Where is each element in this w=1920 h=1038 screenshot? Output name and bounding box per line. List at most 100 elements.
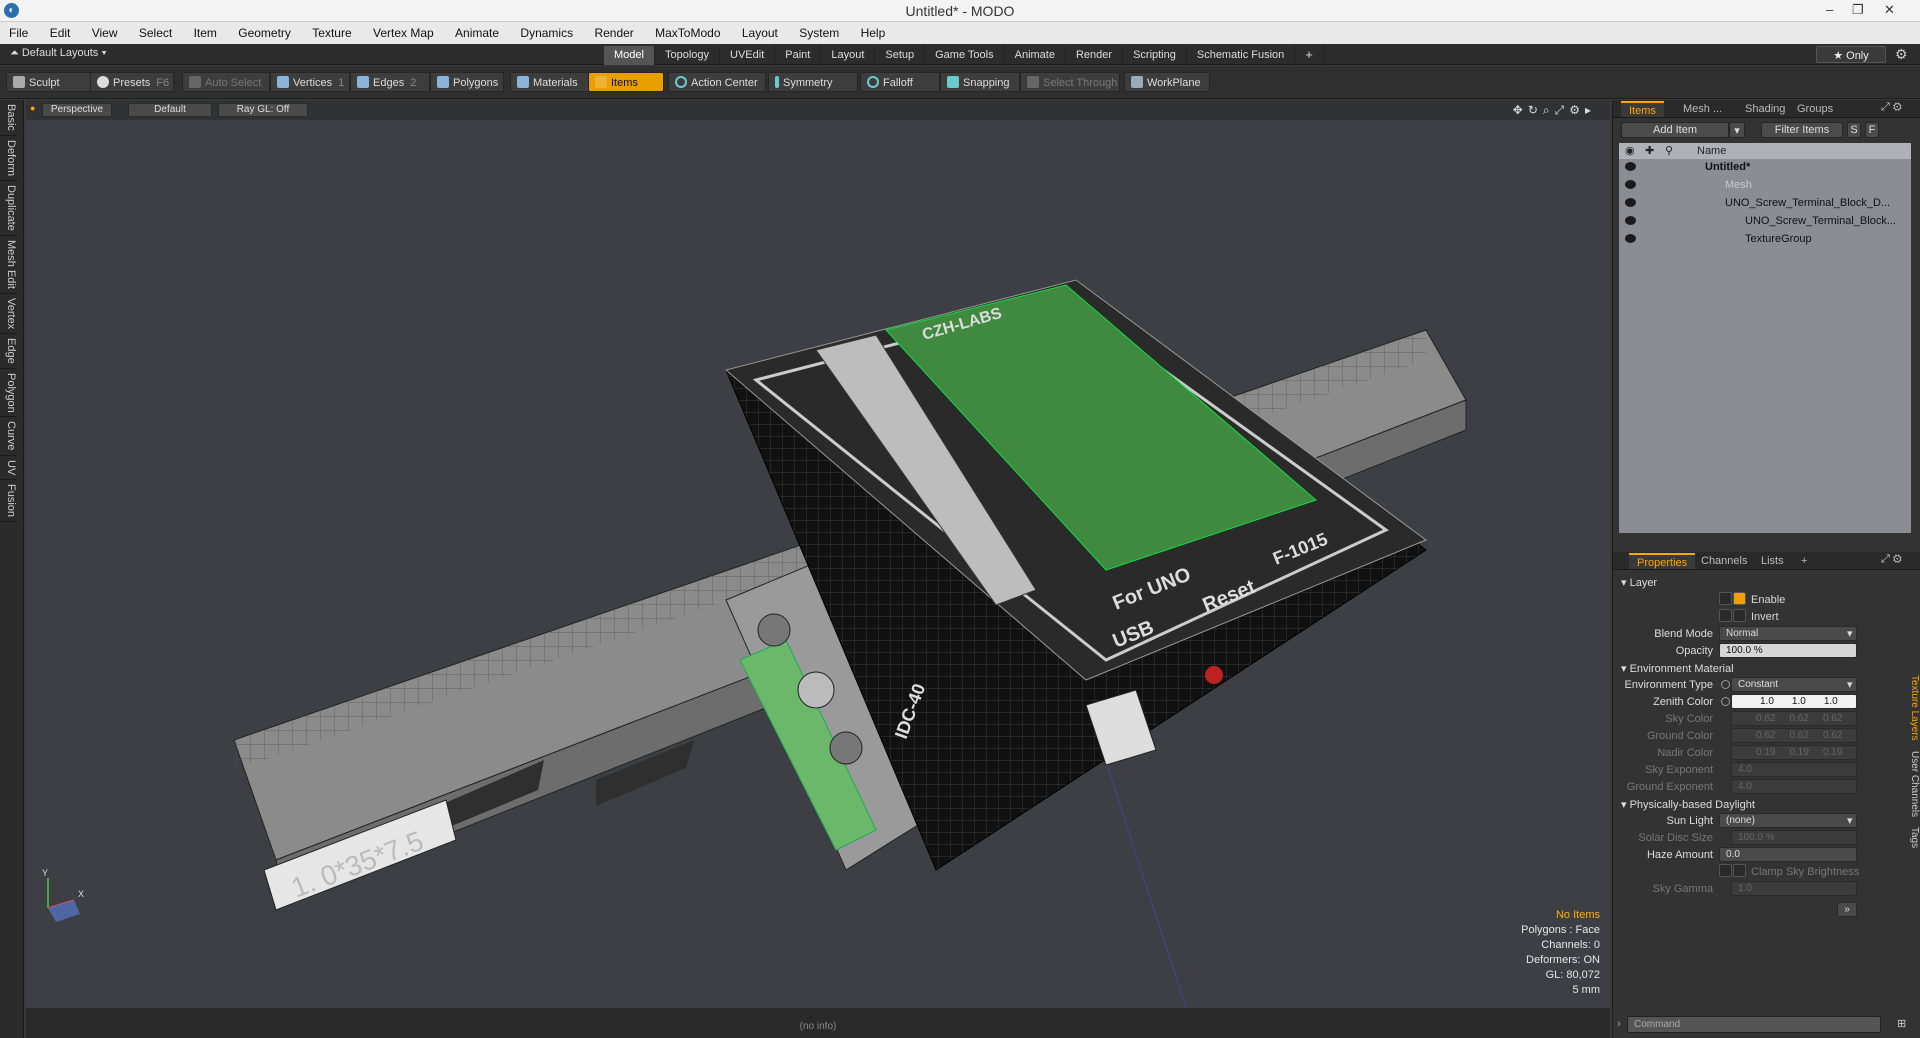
expand-button[interactable]: » <box>1837 902 1857 917</box>
menu-geometry[interactable]: Geometry <box>229 22 300 40</box>
select-through-button[interactable]: Select Through <box>1020 72 1120 92</box>
nadir-g[interactable]: 0.19 <box>1789 747 1808 758</box>
tab-animate[interactable]: Animate <box>1005 46 1066 65</box>
left-tab-deform[interactable]: Deform <box>0 136 17 181</box>
minimize-button[interactable]: – <box>1826 2 1833 17</box>
enable-toggle[interactable] <box>1719 592 1732 605</box>
viewport-menu-icon[interactable]: ● <box>30 103 35 113</box>
sun-light-chevron-icon[interactable]: ▾ <box>1847 814 1853 827</box>
left-tab-fusion[interactable]: Fusion <box>0 480 17 523</box>
shading-button[interactable]: Default <box>128 103 212 117</box>
side-tab-texture-layers[interactable]: Texture Layers <box>1909 675 1920 741</box>
sky-b[interactable]: 0.62 <box>1823 713 1842 724</box>
restore-button[interactable]: ❐ <box>1852 2 1864 18</box>
menu-file[interactable]: File <box>0 22 37 40</box>
haze-amount-field[interactable]: 0.0 <box>1719 847 1857 862</box>
filter-items-input[interactable]: Filter Items <box>1761 122 1843 138</box>
blend-mode-select[interactable]: Normal <box>1719 626 1857 641</box>
tab-schematic-fusion[interactable]: Schematic Fusion <box>1187 46 1296 65</box>
tab-groups[interactable]: Groups <box>1789 101 1841 117</box>
eye-icon[interactable] <box>1625 180 1636 189</box>
tab-render[interactable]: Render <box>1066 46 1124 65</box>
sculpt-button[interactable]: Sculpt <box>6 72 92 92</box>
left-tab-basic[interactable]: Basic <box>0 100 17 136</box>
list-item-texturegroup[interactable]: TextureGroup <box>1619 231 1911 249</box>
close-button[interactable]: ✕ <box>1884 2 1895 18</box>
invert-checkbox[interactable] <box>1733 609 1746 622</box>
tab-topology[interactable]: Topology <box>655 46 721 65</box>
menu-vertex-map[interactable]: Vertex Map <box>364 22 443 40</box>
nadir-color-field[interactable]: 0.19 0.19 0.19 <box>1731 745 1857 760</box>
side-tab-user-channels[interactable]: User Channels <box>1909 751 1920 817</box>
eye-icon[interactable] <box>1625 216 1636 225</box>
ground-b[interactable]: 0.62 <box>1823 730 1842 741</box>
tab-channels[interactable]: Channels <box>1693 553 1755 569</box>
menu-animate[interactable]: Animate <box>446 22 508 40</box>
symmetry-button[interactable]: Symmetry <box>768 72 858 92</box>
list-item-untitled[interactable]: Untitled* <box>1619 159 1911 177</box>
list-item-uno-block-d[interactable]: UNO_Screw_Terminal_Block_D... <box>1619 195 1911 213</box>
left-tab-vertex[interactable]: Vertex <box>0 294 17 334</box>
s-button[interactable]: S <box>1847 122 1861 138</box>
ground-exponent-field[interactable]: 4.0 <box>1731 779 1857 794</box>
ground-r[interactable]: 0.62 <box>1756 730 1775 741</box>
section-layer[interactable]: ▾ Layer <box>1621 576 1657 589</box>
menu-render[interactable]: Render <box>585 22 642 40</box>
tab-model[interactable]: Model <box>604 46 655 65</box>
list-item-uno-block[interactable]: UNO_Screw_Terminal_Block... <box>1619 213 1911 231</box>
menu-item[interactable]: Item <box>185 22 226 40</box>
only-button[interactable]: ★ Only <box>1816 46 1886 63</box>
materials-button[interactable]: Materials <box>510 72 590 92</box>
ground-g[interactable]: 0.62 <box>1789 730 1808 741</box>
command-input[interactable]: Command <box>1627 1016 1881 1033</box>
left-tab-polygon[interactable]: Polygon <box>0 369 17 418</box>
tab-mesh[interactable]: Mesh ... <box>1675 101 1730 117</box>
sky-gamma-field[interactable]: 1.0 <box>1731 881 1857 896</box>
section-environment-material[interactable]: ▾ Environment Material <box>1621 662 1734 675</box>
env-type-chevron-icon[interactable]: ▾ <box>1847 678 1853 691</box>
left-tab-curve[interactable]: Curve <box>0 417 17 456</box>
menu-system[interactable]: System <box>790 22 848 40</box>
sky-color-field[interactable]: 0.62 0.62 0.62 <box>1731 711 1857 726</box>
tab-setup[interactable]: Setup <box>875 46 926 65</box>
falloff-button[interactable]: Falloff <box>860 72 940 92</box>
default-layouts-dropdown[interactable]: ⏶ Default Layouts ▾ <box>10 47 107 60</box>
view-type-button[interactable]: Perspective <box>42 103 112 117</box>
invert-toggle[interactable] <box>1719 609 1732 622</box>
eye-icon[interactable] <box>1625 162 1636 171</box>
zenith-r[interactable]: 1.0 <box>1760 696 1774 707</box>
workplane-button[interactable]: WorkPlane <box>1124 72 1210 92</box>
gear-icon[interactable]: ⚙ <box>1895 46 1908 63</box>
clamp-toggle[interactable] <box>1719 864 1732 877</box>
left-tab-uv[interactable]: UV <box>0 456 17 481</box>
tab-add[interactable]: + <box>1793 553 1815 569</box>
menu-maxtomodo[interactable]: MaxToModo <box>646 22 729 40</box>
ground-color-field[interactable]: 0.62 0.62 0.62 <box>1731 728 1857 743</box>
tab-items[interactable]: Items <box>1621 101 1664 117</box>
left-tab-edge[interactable]: Edge <box>0 334 17 369</box>
zenith-dot[interactable] <box>1721 697 1730 706</box>
menu-layout[interactable]: Layout <box>733 22 787 40</box>
snapping-button[interactable]: Snapping <box>940 72 1020 92</box>
zenith-b[interactable]: 1.0 <box>1824 696 1838 707</box>
menu-dynamics[interactable]: Dynamics <box>511 22 582 40</box>
tab-paint[interactable]: Paint <box>775 46 822 65</box>
nadir-r[interactable]: 0.19 <box>1756 747 1775 758</box>
panel-options-icon[interactable]: ⤢ ⚙ <box>1881 101 1902 114</box>
f-button[interactable]: F <box>1865 122 1879 138</box>
sky-g[interactable]: 0.62 <box>1789 713 1808 724</box>
sun-light-select[interactable]: (none) <box>1719 813 1857 828</box>
tab-scripting[interactable]: Scripting <box>1123 46 1187 65</box>
nadir-b[interactable]: 0.19 <box>1823 747 1842 758</box>
tab-shading[interactable]: Shading <box>1737 101 1793 117</box>
zenith-g[interactable]: 1.0 <box>1792 696 1806 707</box>
action-center-button[interactable]: Action Center <box>668 72 766 92</box>
vertices-button[interactable]: Vertices 1 <box>270 72 350 92</box>
viewport-nav-icons[interactable]: ✥↻⌕⤢⚙▸ <box>1513 103 1596 118</box>
zenith-color-field[interactable]: 1.0 1.0 1.0 <box>1731 694 1857 709</box>
tab-layout[interactable]: Layout <box>821 46 876 65</box>
env-type-select[interactable]: Constant <box>1731 677 1857 692</box>
enable-checkbox[interactable] <box>1733 592 1746 605</box>
edges-button[interactable]: Edges 2 <box>350 72 430 92</box>
solar-disc-field[interactable]: 100.0 % <box>1731 830 1857 845</box>
